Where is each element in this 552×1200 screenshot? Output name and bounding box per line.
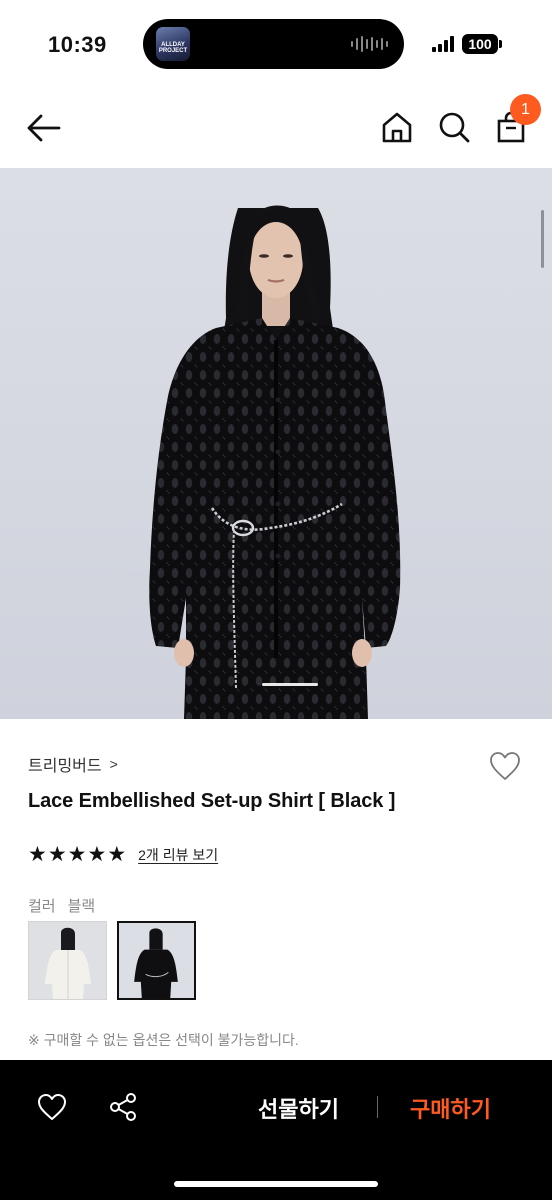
arrow-left-icon[interactable] [26,110,62,146]
option-notice: ※ 구매할 수 없는 옵션은 선택이 불가능합니다. [28,1032,299,1048]
image-scroll-indicator [541,210,544,268]
brand-link[interactable]: 트리밍버드 > [28,752,118,776]
swatch-black[interactable] [117,921,196,1000]
star-icon: ★ [107,843,127,866]
view-reviews-link[interactable]: 2개 리뷰 보기 [138,845,218,865]
product-photo [149,205,401,719]
cart-count-badge: 1 [510,94,541,125]
heart-icon[interactable] [36,1092,68,1122]
star-icon: ★ [47,843,67,866]
star-icon: ★ [28,843,47,866]
swatch-white[interactable] [28,921,107,1000]
star-icon: ★ [67,843,87,866]
option-label: 컬러 [28,898,56,915]
buy-button[interactable]: 구매하기 [410,1092,491,1124]
gift-button[interactable]: 선물하기 [258,1092,339,1124]
bottom-action-bar: 선물하기 구매하기 [0,1060,552,1200]
color-option-label: 컬러 블랙 [28,895,95,916]
battery-icon: 100 [462,34,498,54]
dynamic-island[interactable]: ALLDAY PROJECT [143,19,404,69]
rating-row: ★ ★ ★ ★ ★ 2개 리뷰 보기 [28,844,218,866]
search-icon[interactable] [437,110,471,144]
image-page-indicator [262,683,318,686]
heart-icon[interactable] [488,750,522,782]
status-bar: 10:39 ALLDAY PROJECT 100 [0,0,552,88]
status-time: 10:39 [48,32,107,57]
product-title: Lace Embellished Set-up Shirt [ Black ] [28,790,396,812]
option-value: 블랙 [67,898,96,915]
now-playing-artwork-text: ALLDAY PROJECT [158,42,188,54]
now-playing-artwork: ALLDAY PROJECT [156,27,190,61]
star-icon: ★ [87,843,107,866]
brand-name: 트리밍버드 [28,758,102,775]
home-indicator[interactable] [174,1181,378,1187]
cellular-signal-icon [432,36,454,52]
share-icon[interactable] [108,1092,138,1122]
chevron-right-icon: > [109,756,118,772]
home-icon[interactable] [380,110,414,144]
product-image[interactable] [0,168,552,719]
audio-waveform-icon [351,36,388,52]
battery-cap [499,40,502,48]
top-nav [0,88,552,168]
action-divider [377,1096,378,1118]
color-swatches [28,921,196,1000]
rating-stars: ★ ★ ★ ★ ★ [28,844,126,866]
